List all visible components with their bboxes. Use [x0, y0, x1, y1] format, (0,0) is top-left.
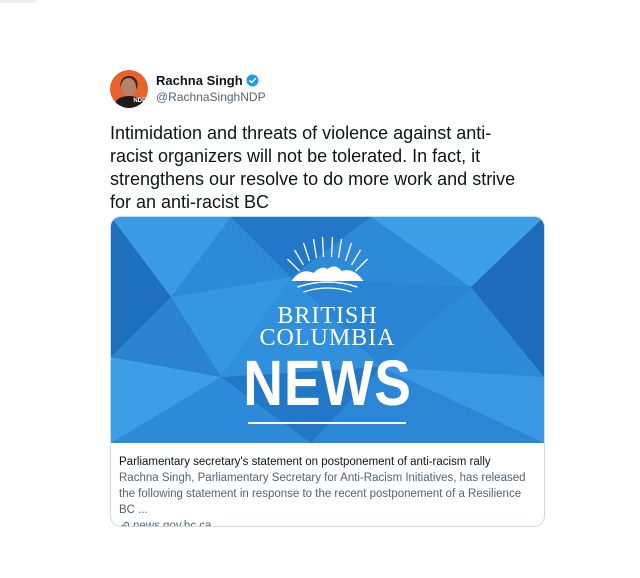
- verified-badge-icon: [246, 74, 259, 87]
- news-underline: [248, 422, 406, 424]
- link-card[interactable]: BRITISH COLUMBIA NEWS Parliamentary secr…: [110, 216, 545, 527]
- card-title[interactable]: Parliamentary secretary's statement on p…: [119, 454, 536, 470]
- tweet-text: Intimidation and threats of violence aga…: [110, 123, 516, 212]
- avatar-badge: NDP: [132, 98, 147, 104]
- card-description: Rachna Singh, Parliamentary Secretary fo…: [119, 472, 526, 516]
- link-icon: [120, 521, 130, 526]
- tweet-header: NDP Rachna Singh @RachnaSinghNDP: [110, 68, 545, 110]
- card-meta: Parliamentary secretary's statement on p…: [111, 443, 544, 527]
- author-names: Rachna Singh @RachnaSinghNDP: [156, 72, 266, 106]
- window-tab-edge: [0, 0, 36, 3]
- avatar-face: [121, 78, 136, 96]
- name-row: Rachna Singh: [156, 72, 266, 89]
- card-image: BRITISH COLUMBIA NEWS: [111, 217, 544, 443]
- card-domain-text: news.gov.bc.ca: [133, 520, 212, 527]
- author-handle[interactable]: @RachnaSinghNDP: [156, 89, 266, 106]
- author-display-name[interactable]: Rachna Singh: [156, 72, 243, 89]
- card-domain[interactable]: news.gov.bc.ca: [119, 518, 536, 527]
- news-headline: NEWS: [243, 347, 412, 419]
- avatar[interactable]: NDP: [110, 70, 148, 108]
- tweet: NDP Rachna Singh @RachnaSinghNDP Intimid…: [110, 68, 545, 527]
